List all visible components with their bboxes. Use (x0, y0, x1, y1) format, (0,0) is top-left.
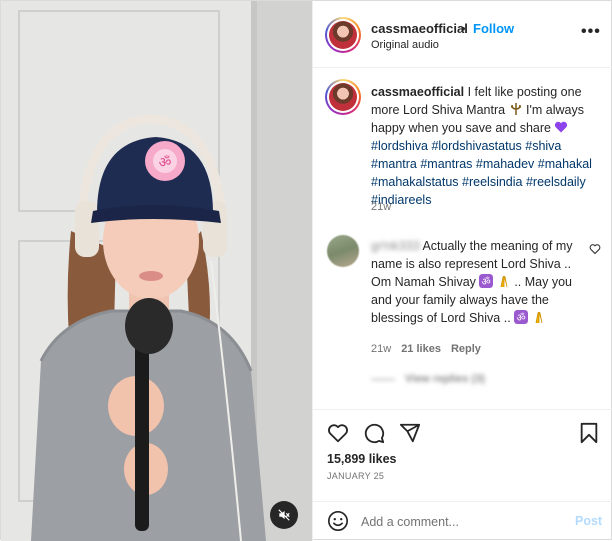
post-action-bar: 15,899 likes JANUARY 25 (313, 409, 612, 503)
folded-hands-emoji-icon (535, 312, 543, 324)
post-details-panel: cassmaeofficial • Follow Original audio … (312, 1, 612, 541)
commenter-avatar[interactable] (327, 235, 359, 267)
post-date[interactable]: JANUARY 25 (327, 471, 384, 481)
post-caption: cassmaeofficial I felt like posting one … (371, 83, 603, 209)
video-frame-illustration: ॐ (1, 1, 312, 541)
commenter-username[interactable]: gr!nk333 (371, 239, 420, 253)
caption-timestamp[interactable]: 21w (371, 201, 391, 213)
view-replies-label: View replies (3) (405, 373, 485, 385)
audio-label[interactable]: Original audio (371, 39, 439, 51)
follow-button[interactable]: Follow (473, 21, 514, 36)
comment-reply-button[interactable]: Reply (451, 343, 481, 355)
om-emoji-icon: ॐ (514, 310, 529, 324)
view-replies-button[interactable]: View replies (3) (371, 373, 485, 385)
replies-divider-line (371, 378, 395, 380)
reel-video[interactable]: ॐ (1, 1, 312, 541)
like-heart-icon[interactable] (327, 422, 349, 444)
add-comment-bar: Post (313, 501, 612, 541)
purple-heart-emoji-icon (555, 121, 568, 133)
author-avatar[interactable] (325, 17, 361, 53)
post-likes-count[interactable]: 15,899 likes (327, 452, 397, 466)
emoji-picker-icon[interactable] (327, 510, 349, 532)
post-header: cassmaeofficial • Follow Original audio … (313, 1, 612, 68)
comment-item: gr!nk333 Actually the meaning of my name… (371, 237, 579, 327)
comment-input[interactable] (361, 511, 561, 533)
post-comment-button[interactable]: Post (575, 514, 602, 528)
comment-like-heart-icon[interactable] (589, 243, 601, 255)
save-bookmark-icon[interactable] (579, 422, 599, 444)
comment-meta: 21w 21 likes Reply (371, 343, 481, 355)
separator-dot: • (461, 21, 466, 36)
speaker-muted-icon (278, 509, 290, 521)
comment-timestamp[interactable]: 21w (371, 343, 391, 355)
trishul-emoji-icon (510, 103, 521, 115)
svg-text:ॐ: ॐ (482, 276, 491, 288)
caption-author-avatar[interactable] (325, 79, 361, 115)
post-dialog: ॐ cassmaeofficial • Follow Original audi… (0, 0, 612, 541)
share-paper-plane-icon[interactable] (399, 422, 421, 444)
mute-toggle-button[interactable] (270, 501, 298, 529)
caption-username[interactable]: cassmaeofficial (371, 85, 464, 99)
svg-text:ॐ: ॐ (517, 312, 526, 324)
caption-hashtags[interactable]: #lordshiva #lordshivastatus #shiva #mant… (371, 139, 592, 207)
comment-likes-count[interactable]: 21 likes (401, 343, 441, 355)
folded-hands-emoji-icon (500, 276, 508, 288)
author-username[interactable]: cassmaeofficial (371, 21, 468, 36)
svg-text:ॐ: ॐ (159, 155, 172, 171)
om-emoji-icon: ॐ (479, 274, 494, 288)
comment-bubble-icon[interactable] (363, 422, 385, 444)
more-options-icon[interactable]: ••• (581, 23, 601, 41)
